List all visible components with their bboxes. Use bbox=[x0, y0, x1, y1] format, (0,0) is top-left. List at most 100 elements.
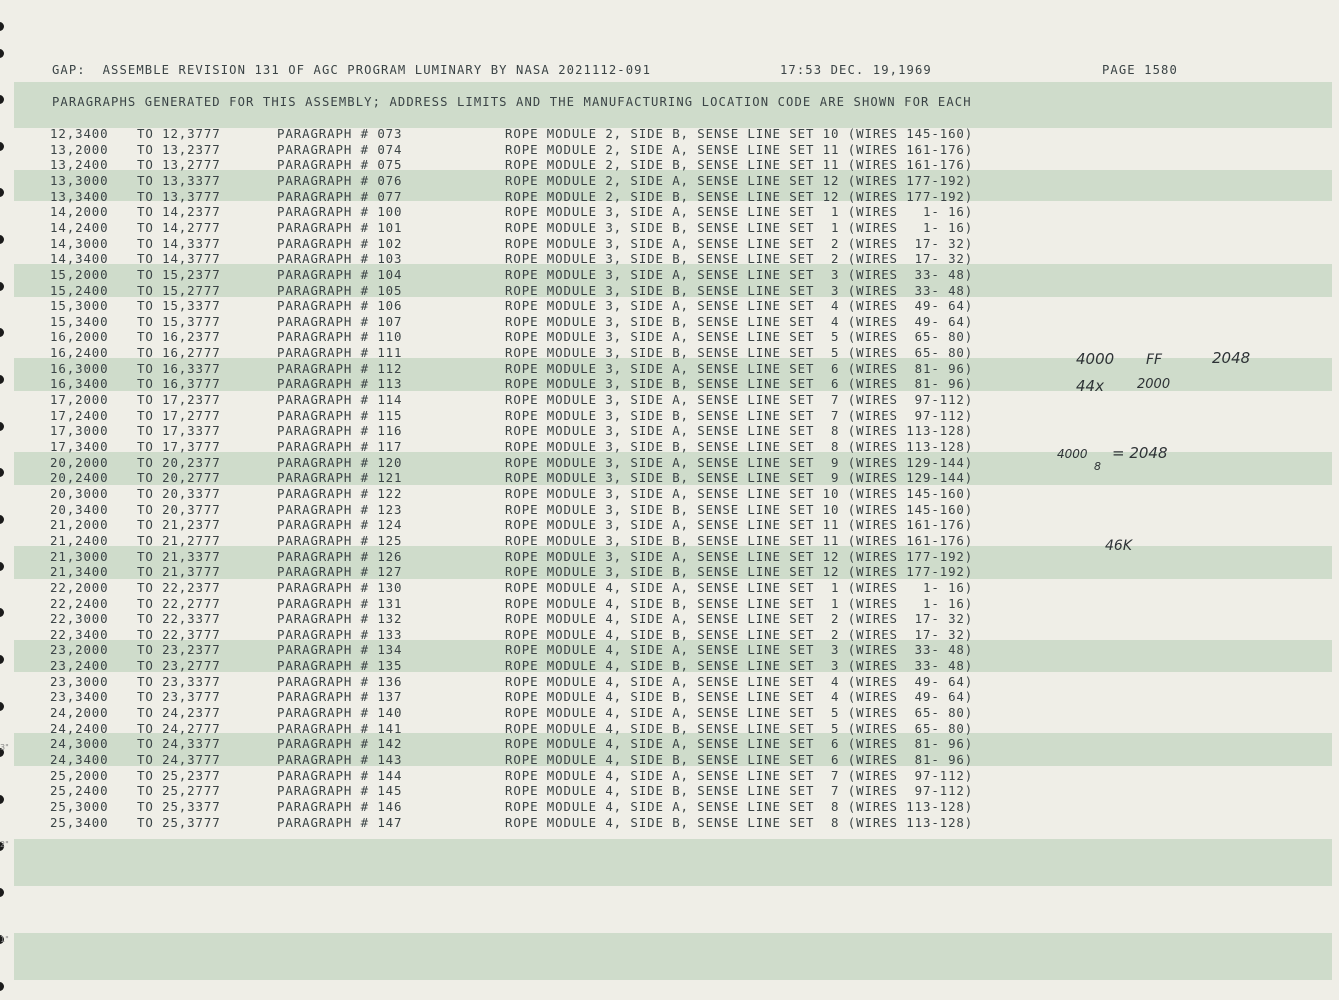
address-from: 14,3000 bbox=[50, 235, 109, 251]
paragraph-number: PARAGRAPH # 133 bbox=[277, 626, 403, 642]
paragraph-number: PARAGRAPH # 121 bbox=[277, 470, 403, 486]
paragraph-number: PARAGRAPH # 130 bbox=[277, 579, 403, 595]
rope-location: ROPE MODULE 4, SIDE B, SENSE LINE SET 2 … bbox=[505, 626, 974, 642]
address-from: 24,3000 bbox=[50, 736, 109, 752]
address-from: 21,2000 bbox=[50, 517, 109, 533]
paragraph-number: PARAGRAPH # 105 bbox=[277, 282, 403, 298]
rope-location: ROPE MODULE 4, SIDE A, SENSE LINE SET 7 … bbox=[505, 767, 974, 783]
paragraph-number: PARAGRAPH # 116 bbox=[277, 423, 403, 439]
feed-hole bbox=[0, 235, 4, 244]
rope-location: ROPE MODULE 4, SIDE B, SENSE LINE SET 4 … bbox=[505, 689, 974, 705]
paragraph-number: PARAGRAPH # 141 bbox=[277, 720, 403, 736]
feed-hole bbox=[0, 515, 4, 524]
paragraph-number: PARAGRAPH # 146 bbox=[277, 798, 403, 814]
paragraph-number: PARAGRAPH # 110 bbox=[277, 329, 403, 345]
address-from: 17,2400 bbox=[50, 407, 109, 423]
address-from: 16,2000 bbox=[50, 329, 109, 345]
paragraph-number: PARAGRAPH # 120 bbox=[277, 454, 403, 470]
rope-location: ROPE MODULE 3, SIDE B, SENSE LINE SET 2 … bbox=[505, 251, 974, 267]
address-to: TO 23,2777 bbox=[137, 658, 221, 674]
paragraph-number: PARAGRAPH # 142 bbox=[277, 736, 403, 752]
address-from: 25,2000 bbox=[50, 767, 109, 783]
address-to: TO 13,3777 bbox=[137, 188, 221, 204]
feed-hole bbox=[0, 188, 4, 197]
address-to: TO 25,2377 bbox=[137, 767, 221, 783]
address-from: 17,2000 bbox=[50, 392, 109, 408]
address-from: 22,3400 bbox=[50, 626, 109, 642]
address-from: 25,2400 bbox=[50, 783, 109, 799]
address-to: TO 13,3377 bbox=[137, 172, 221, 188]
address-from: 13,3000 bbox=[50, 172, 109, 188]
rope-location: ROPE MODULE 3, SIDE A, SENSE LINE SET 4 … bbox=[505, 298, 974, 314]
paragraph-number: PARAGRAPH # 124 bbox=[277, 517, 403, 533]
address-to: TO 17,2777 bbox=[137, 407, 221, 423]
address-from: 23,3000 bbox=[50, 673, 109, 689]
rope-location: ROPE MODULE 4, SIDE A, SENSE LINE SET 5 … bbox=[505, 705, 974, 721]
rope-location: ROPE MODULE 3, SIDE B, SENSE LINE SET 3 … bbox=[505, 282, 974, 298]
margin-mark: 3" bbox=[0, 743, 9, 752]
address-from: 16,3000 bbox=[50, 360, 109, 376]
address-to: TO 16,2377 bbox=[137, 329, 221, 345]
rope-location: ROPE MODULE 4, SIDE B, SENSE LINE SET 7 … bbox=[505, 783, 974, 799]
paragraph-number: PARAGRAPH # 102 bbox=[277, 235, 403, 251]
address-to: TO 14,2377 bbox=[137, 204, 221, 220]
address-to: TO 23,3777 bbox=[137, 689, 221, 705]
address-to: TO 25,3777 bbox=[137, 814, 221, 830]
paragraph-number: PARAGRAPH # 122 bbox=[277, 485, 403, 501]
address-from: 17,3000 bbox=[50, 423, 109, 439]
paragraph-number: PARAGRAPH # 075 bbox=[277, 157, 403, 173]
address-from: 15,3400 bbox=[50, 313, 109, 329]
paragraph-number: PARAGRAPH # 111 bbox=[277, 345, 403, 361]
header-title: GAP: ASSEMBLE REVISION 131 OF AGC PROGRA… bbox=[52, 63, 652, 77]
rope-location: ROPE MODULE 3, SIDE B, SENSE LINE SET 9 … bbox=[505, 470, 974, 486]
address-to: TO 22,2777 bbox=[137, 595, 221, 611]
margin-mark: 2" bbox=[0, 840, 9, 849]
address-to: TO 15,2377 bbox=[137, 266, 221, 282]
paragraph-number: PARAGRAPH # 112 bbox=[277, 360, 403, 376]
address-from: 22,3000 bbox=[50, 611, 109, 627]
paragraph-number: PARAGRAPH # 107 bbox=[277, 313, 403, 329]
feed-hole bbox=[0, 795, 4, 804]
paragraph-number: PARAGRAPH # 143 bbox=[277, 752, 403, 767]
paragraph-number: PARAGRAPH # 125 bbox=[277, 532, 403, 548]
feed-hole bbox=[0, 49, 4, 58]
address-to: TO 21,3377 bbox=[137, 548, 221, 564]
address-from: 23,3400 bbox=[50, 689, 109, 705]
address-from: 14,2000 bbox=[50, 204, 109, 220]
rope-location: ROPE MODULE 3, SIDE B, SENSE LINE SET 4 … bbox=[505, 313, 974, 329]
rope-location: ROPE MODULE 3, SIDE A, SENSE LINE SET 5 … bbox=[505, 329, 974, 345]
address-from: 23,2000 bbox=[50, 642, 109, 658]
address-from: 25,3000 bbox=[50, 798, 109, 814]
rope-location: ROPE MODULE 2, SIDE B, SENSE LINE SET 11… bbox=[505, 157, 974, 173]
address-to: TO 17,2377 bbox=[137, 392, 221, 408]
address-to: TO 16,2777 bbox=[137, 345, 221, 361]
address-to: TO 15,3377 bbox=[137, 298, 221, 314]
paragraph-number: PARAGRAPH # 113 bbox=[277, 376, 403, 392]
paragraph-number: PARAGRAPH # 131 bbox=[277, 595, 403, 611]
address-to: TO 12,3777 bbox=[137, 126, 221, 141]
paragraph-number: PARAGRAPH # 103 bbox=[277, 251, 403, 267]
address-to: TO 14,2777 bbox=[137, 219, 221, 235]
paragraph-number: PARAGRAPH # 074 bbox=[277, 141, 403, 157]
paragraph-number: PARAGRAPH # 115 bbox=[277, 407, 403, 423]
paragraph-number: PARAGRAPH # 123 bbox=[277, 501, 403, 517]
paragraph-number: PARAGRAPH # 126 bbox=[277, 548, 403, 564]
rope-location: ROPE MODULE 4, SIDE B, SENSE LINE SET 5 … bbox=[505, 720, 974, 736]
paragraph-number: PARAGRAPH # 101 bbox=[277, 219, 403, 235]
address-from: 20,2000 bbox=[50, 454, 109, 470]
paragraph-number: PARAGRAPH # 076 bbox=[277, 172, 403, 188]
rope-location: ROPE MODULE 3, SIDE A, SENSE LINE SET 3 … bbox=[505, 266, 974, 282]
address-to: TO 22,2377 bbox=[137, 579, 221, 595]
greenbar-band bbox=[14, 933, 1332, 980]
paragraph-number: PARAGRAPH # 147 bbox=[277, 814, 403, 830]
address-to: TO 17,3777 bbox=[137, 439, 221, 454]
feed-hole bbox=[0, 562, 4, 571]
address-to: TO 21,2377 bbox=[137, 517, 221, 533]
feed-hole bbox=[0, 888, 4, 897]
rope-location: ROPE MODULE 4, SIDE A, SENSE LINE SET 8 … bbox=[505, 798, 974, 814]
address-from: 13,2400 bbox=[50, 157, 109, 173]
rope-location: ROPE MODULE 3, SIDE B, SENSE LINE SET 11… bbox=[505, 532, 974, 548]
address-to: TO 20,3377 bbox=[137, 485, 221, 501]
address-from: 16,3400 bbox=[50, 376, 109, 392]
paragraph-number: PARAGRAPH # 077 bbox=[277, 188, 403, 204]
